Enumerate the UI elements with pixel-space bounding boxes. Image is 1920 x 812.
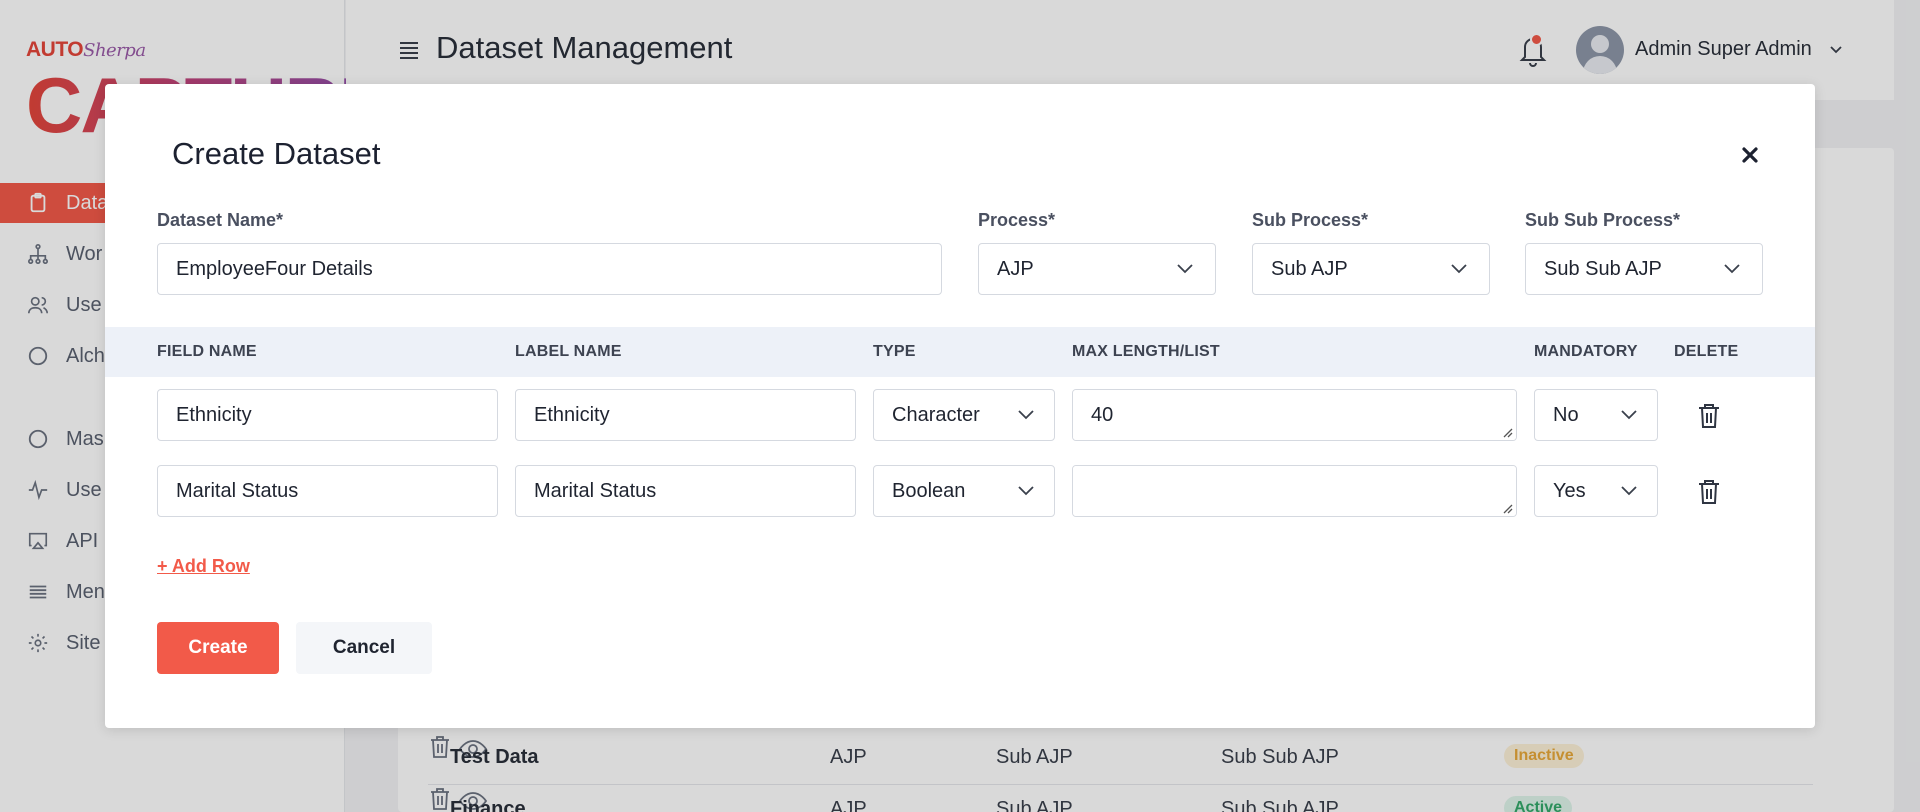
chevron-down-icon [1177,264,1193,274]
header-label-name: LABEL NAME [515,343,622,360]
type-select[interactable]: Boolean [873,465,1055,517]
chevron-down-icon [1018,410,1034,420]
dataset-name-label: Dataset Name* [157,210,284,230]
process-label: Process* [978,210,1056,230]
chevron-down-icon [1018,486,1034,496]
sub-sub-process-label: Sub Sub Process* [1525,210,1681,230]
sub-process-value: Sub AJP [1271,258,1348,280]
sub-process-label: Sub Process* [1252,210,1369,230]
chevron-down-icon [1621,410,1637,420]
header-mandatory: MANDATORY [1534,343,1638,360]
trash-icon[interactable] [1697,478,1721,506]
header-max-length: MAX LENGTH/LIST [1072,343,1220,360]
modal-title: Create Dataset [172,136,381,171]
resize-handle-icon[interactable] [1501,426,1513,438]
create-dataset-modal: Create Dataset Dataset Name* Process* AJ… [105,84,1815,728]
dataset-name-input[interactable] [157,243,942,295]
mandatory-select[interactable]: Yes [1534,465,1658,517]
chevron-down-icon [1724,264,1740,274]
trash-icon[interactable] [1697,402,1721,430]
type-value: Boolean [892,480,966,502]
label-name-input[interactable] [515,465,856,517]
max-length-textarea[interactable] [1072,465,1517,517]
process-select[interactable]: AJP [978,243,1216,295]
mandatory-select[interactable]: No [1534,389,1658,441]
cancel-button[interactable]: Cancel [296,622,432,674]
type-value: Character [892,404,980,426]
process-value: AJP [997,258,1034,280]
sub-process-select[interactable]: Sub AJP [1252,243,1490,295]
header-type: TYPE [873,343,916,360]
mandatory-value: Yes [1553,480,1586,502]
sub-sub-process-value: Sub Sub AJP [1544,258,1662,280]
mandatory-value: No [1553,404,1579,426]
type-select[interactable]: Character [873,389,1055,441]
close-button[interactable] [1737,142,1763,168]
field-name-input[interactable] [157,465,498,517]
header-delete: DELETE [1674,343,1739,360]
add-row-link[interactable]: + Add Row [157,556,250,577]
field-name-input[interactable] [157,389,498,441]
fields-table-header: FIELD NAME LABEL NAME TYPE MAX LENGTH/LI… [105,327,1815,377]
chevron-down-icon [1451,264,1467,274]
sub-sub-process-select[interactable]: Sub Sub AJP [1525,243,1763,295]
max-length-textarea[interactable]: 40 [1072,389,1517,441]
header-field-name: FIELD NAME [157,343,257,360]
close-icon [1742,147,1758,163]
create-button[interactable]: Create [157,622,279,674]
resize-handle-icon[interactable] [1501,502,1513,514]
chevron-down-icon [1621,486,1637,496]
label-name-input[interactable] [515,389,856,441]
